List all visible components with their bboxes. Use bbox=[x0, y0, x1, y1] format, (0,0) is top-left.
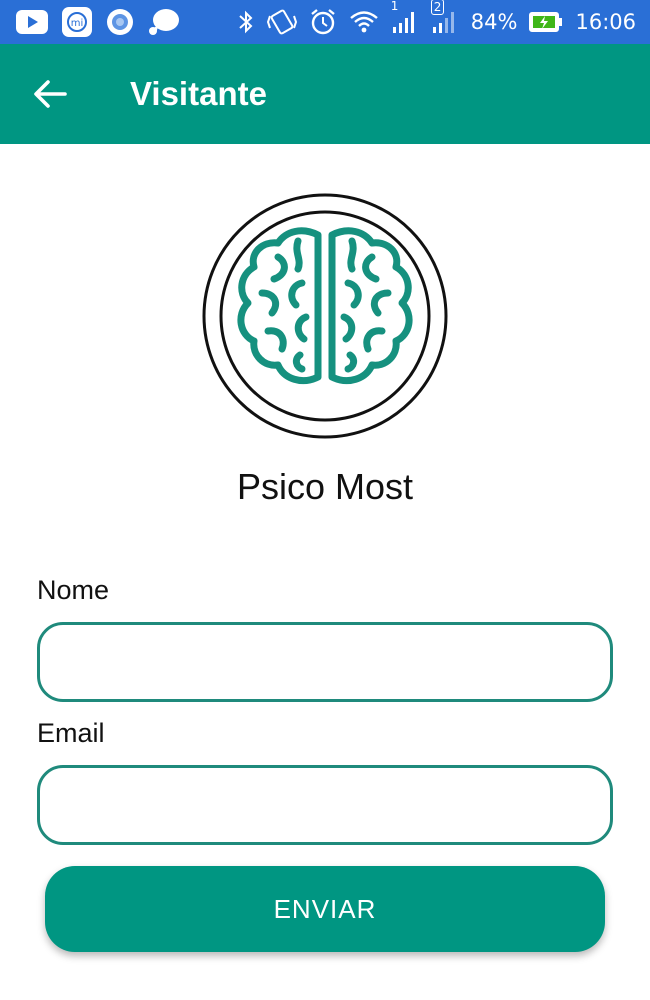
battery-charging-icon bbox=[529, 11, 563, 33]
email-field[interactable] bbox=[37, 765, 613, 845]
arrow-left-icon bbox=[33, 79, 67, 109]
brain-logo bbox=[202, 193, 448, 439]
sim1-label: 1 bbox=[390, 0, 399, 13]
app-bar: Visitante bbox=[0, 44, 650, 144]
brain-icon bbox=[202, 193, 448, 439]
page-title: Visitante bbox=[130, 75, 267, 112]
signal-sim1-icon: 1 bbox=[391, 0, 419, 35]
vibrate-icon bbox=[266, 8, 297, 36]
system-status: 1 2 84% 16:06 bbox=[237, 0, 650, 36]
status-bar: mi 1 2 84% 16:06 bbox=[0, 0, 650, 44]
alarm-icon bbox=[309, 8, 337, 36]
youtube-icon bbox=[16, 10, 48, 34]
name-label: Nome bbox=[37, 575, 110, 605]
submit-button[interactable]: ENVIAR bbox=[45, 866, 605, 952]
brand-name: Psico Most bbox=[236, 466, 414, 507]
bluetooth-icon bbox=[237, 9, 255, 35]
svg-text:mi: mi bbox=[71, 18, 84, 29]
back-button[interactable] bbox=[18, 62, 82, 126]
notification-icons: mi bbox=[0, 7, 180, 37]
mi-icon: mi bbox=[62, 7, 92, 37]
wifi-icon bbox=[349, 9, 379, 35]
clock: 16:06 bbox=[575, 10, 636, 34]
battery-percent: 84% bbox=[470, 10, 518, 34]
name-field[interactable] bbox=[37, 622, 613, 702]
signal-sim2-icon: 2 bbox=[430, 0, 459, 35]
chat-bubble-icon bbox=[148, 7, 180, 37]
email-label: Email bbox=[37, 718, 105, 748]
sim2-label: 2 bbox=[430, 0, 445, 15]
circle-app-icon bbox=[106, 8, 134, 36]
